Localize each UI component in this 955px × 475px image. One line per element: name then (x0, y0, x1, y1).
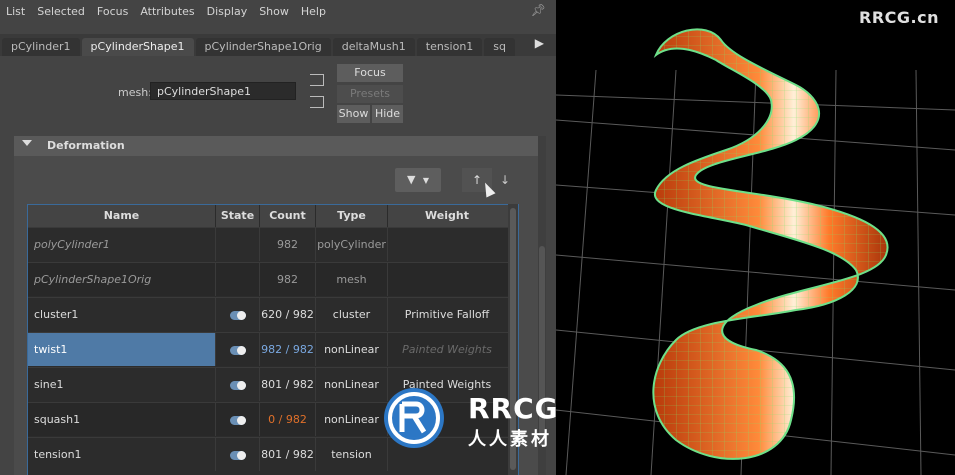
focus-button[interactable]: Focus (337, 64, 403, 82)
menu-help[interactable]: Help (295, 5, 332, 18)
row-name: polyCylinder1 (28, 228, 216, 261)
row-weight: Primitive Falloff (404, 308, 490, 321)
row-state (216, 333, 260, 366)
move-down-button[interactable]: ↓ (498, 168, 512, 192)
row-type: cluster (316, 298, 388, 331)
rrcg-logo-icon (384, 388, 444, 448)
deformation-section-header[interactable]: Deformation (14, 136, 538, 156)
tab-pcylinder1[interactable]: pCylinder1 (2, 38, 80, 56)
row-state (216, 298, 260, 331)
header-type[interactable]: Type (316, 205, 388, 227)
table-header: Name State Count Type Weight (28, 205, 518, 227)
row-state (216, 438, 260, 471)
mesh-field[interactable]: pCylinderShape1 (150, 82, 296, 100)
table-row[interactable]: polyCylinder1 982 polyCylinder (28, 227, 518, 261)
row-type: polyCylinder (316, 228, 388, 261)
row-name: pCylinderShape1Orig (28, 263, 216, 296)
row-weight: Painted Weights (402, 343, 492, 356)
tabs-scroll-right-icon[interactable]: ▶ (535, 36, 544, 50)
table-row[interactable]: pCylinderShape1Orig 982 mesh (28, 262, 518, 296)
row-name: cluster1 (28, 298, 216, 331)
tab-pcylindershape1[interactable]: pCylinderShape1 (81, 38, 194, 56)
row-type: nonLinear (316, 333, 388, 366)
logo-wordmark: RRCG (468, 392, 559, 425)
filter-dropdown-button[interactable]: ▼ ▼ (395, 168, 441, 192)
menu-display[interactable]: Display (201, 5, 254, 18)
state-toggle[interactable] (229, 450, 246, 460)
table-row[interactable]: cluster1 620 / 982 cluster Primitive Fal… (28, 297, 518, 331)
arrow-down-icon: ↓ (499, 173, 511, 187)
pin-icon[interactable]: 📌︎ (531, 3, 546, 17)
header-count[interactable]: Count (260, 205, 316, 227)
row-count: 982 (260, 228, 316, 261)
row-count: 982 / 982 (260, 333, 316, 366)
table-row-selected[interactable]: twist1 982 / 982 nonLinear Painted Weigh… (28, 332, 518, 366)
state-toggle[interactable] (229, 345, 246, 355)
tab-pcylindershape1orig[interactable]: pCylinderShape1Orig (195, 38, 331, 56)
row-state (216, 368, 260, 401)
logo-subtitle: 人人素材 (468, 429, 552, 450)
menu-focus[interactable]: Focus (91, 5, 134, 18)
row-state (216, 403, 260, 436)
row-count: 801 / 982 (260, 438, 316, 471)
filter-icon: ▼ (406, 173, 416, 186)
menu-attributes[interactable]: Attributes (134, 5, 200, 18)
tab-squash-partial[interactable]: sq (484, 38, 516, 56)
watermark-logo: RRCG 人人素材 (378, 382, 588, 452)
tab-deltamush1[interactable]: deltaMush1 (332, 38, 415, 56)
3d-viewport[interactable]: RRCG.cn (556, 0, 955, 475)
state-toggle[interactable] (229, 310, 246, 320)
row-name: squash1 (28, 403, 216, 436)
show-button[interactable]: Show (337, 105, 370, 123)
row-weight (388, 263, 506, 296)
row-count: 801 / 982 (260, 368, 316, 401)
collapse-triangle-icon[interactable] (22, 140, 32, 146)
presets-button: Presets (337, 85, 403, 103)
row-state (216, 228, 260, 261)
header-name[interactable]: Name (28, 205, 216, 227)
header-state[interactable]: State (216, 205, 260, 227)
chevron-down-icon: ▼ (422, 176, 430, 185)
go-to-input-icon[interactable] (310, 74, 324, 86)
row-count: 982 (260, 263, 316, 296)
menu-show[interactable]: Show (253, 5, 295, 18)
menu-list[interactable]: List (0, 5, 31, 18)
go-to-output-icon[interactable] (310, 96, 324, 108)
node-tabs: pCylinder1 pCylinderShape1 pCylinderShap… (0, 34, 556, 56)
row-name: tension1 (28, 438, 216, 471)
viewport-scene (556, 28, 955, 475)
header-weight[interactable]: Weight (388, 205, 506, 227)
section-title: Deformation (47, 139, 125, 152)
deformed-mesh (652, 28, 889, 460)
row-count: 0 / 982 (260, 403, 316, 436)
row-name: twist1 (28, 333, 216, 366)
hide-button[interactable]: Hide (372, 105, 403, 123)
watermark-text: RRCG.cn (859, 8, 939, 27)
row-name: sine1 (28, 368, 216, 401)
row-weight (388, 228, 506, 261)
mesh-label: mesh: (118, 86, 152, 99)
tab-tension1[interactable]: tension1 (416, 38, 483, 56)
row-type: mesh (316, 263, 388, 296)
menu-selected[interactable]: Selected (31, 5, 91, 18)
row-state (216, 263, 260, 296)
state-toggle[interactable] (229, 415, 246, 425)
row-count: 620 / 982 (260, 298, 316, 331)
menu-bar: List Selected Focus Attributes Display S… (0, 0, 556, 22)
state-toggle[interactable] (229, 380, 246, 390)
